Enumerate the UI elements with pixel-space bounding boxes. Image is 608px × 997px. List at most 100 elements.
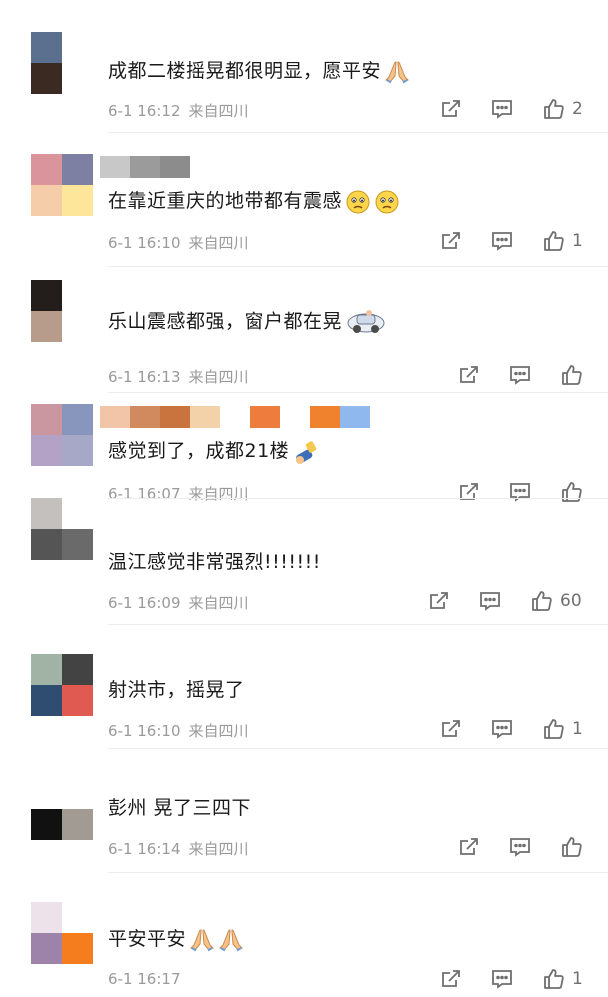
avatar-pixel (62, 154, 93, 185)
like-count: 60 (560, 591, 582, 611)
comment-text: 成都二楼摇晃都很明显，愿平安 (108, 57, 410, 85)
like-icon (560, 835, 584, 859)
avatar-pixel (62, 529, 93, 560)
avatar-pixel (31, 435, 62, 466)
comment-text: 乐山震感都强，窗户都在晃 (108, 307, 387, 337)
comment-location: 来自四川 (188, 594, 249, 612)
car-emoji-icon (345, 310, 387, 333)
repost-icon[interactable] (440, 98, 462, 120)
cheer-emoji-icon (292, 440, 324, 464)
avatar-pixel (31, 529, 62, 560)
comment-icon[interactable] (490, 230, 514, 252)
comment-icon[interactable] (490, 718, 514, 740)
username-blurred[interactable] (100, 406, 370, 428)
username-pixel (130, 406, 160, 428)
like-icon (560, 363, 584, 387)
avatar[interactable] (31, 280, 93, 342)
avatar[interactable] (31, 32, 93, 94)
comment-icon[interactable] (508, 481, 532, 503)
comment-time: 6-1 16:10 (108, 234, 181, 252)
avatar-pixel (31, 311, 62, 342)
comment-time: 6-1 16:13 (108, 368, 181, 386)
like-button[interactable]: 60 (530, 589, 582, 613)
like-button[interactable]: 1 (542, 967, 583, 991)
comment-actions: 1 (440, 716, 583, 742)
comment-actions: 60 (428, 588, 582, 614)
avatar-pixel (31, 154, 62, 185)
pray-emoji-icon (189, 928, 215, 951)
like-count: 1 (572, 719, 583, 739)
avatar-pixel (62, 685, 93, 716)
like-count: 2 (572, 99, 583, 119)
avatar[interactable] (31, 902, 93, 964)
comment-meta: 6-1 16:17 (108, 970, 189, 988)
comment-icon[interactable] (490, 98, 514, 120)
comment-text-content: 彭州 晃了三四下 (108, 797, 252, 819)
username-pixel (220, 406, 250, 428)
avatar-pixel (31, 280, 62, 311)
avatar-pixel (62, 435, 93, 466)
comment-actions (458, 834, 590, 860)
comment-text: 温江感觉非常强烈!!!!!!! (108, 548, 321, 576)
comment-location: 来自四川 (188, 234, 249, 252)
comment-meta: 6-1 16:14 来自四川 (108, 838, 249, 859)
comment-icon[interactable] (508, 364, 532, 386)
comment-icon[interactable] (490, 968, 514, 990)
comment-actions: 2 (440, 96, 583, 122)
comment-text-content: 乐山震感都强，窗户都在晃 (108, 310, 343, 333)
username-pixel (190, 406, 220, 428)
username-pixel (100, 406, 130, 428)
repost-icon[interactable] (440, 968, 462, 990)
repost-icon[interactable] (428, 590, 450, 612)
like-button[interactable] (560, 835, 590, 859)
pray-emoji-icon (384, 60, 410, 83)
avatar[interactable] (31, 498, 93, 560)
avatar[interactable] (31, 654, 93, 716)
avatar[interactable] (31, 778, 93, 840)
avatar[interactable] (31, 404, 93, 466)
like-button[interactable] (560, 363, 590, 387)
avatar-pixel (62, 311, 93, 342)
comment-time: 6-1 16:14 (108, 840, 181, 858)
comment-actions (458, 479, 590, 505)
comment-time: 6-1 16:07 (108, 485, 181, 503)
comment-icon[interactable] (478, 590, 502, 612)
repost-icon[interactable] (458, 364, 480, 386)
username-pixel (280, 406, 310, 428)
comment-text: 射洪市，摇晃了 (108, 676, 245, 704)
divider (108, 392, 608, 393)
repost-icon[interactable] (440, 718, 462, 740)
divider (108, 132, 608, 133)
username-blurred[interactable] (100, 156, 190, 178)
username-pixel (160, 406, 190, 428)
like-icon (542, 717, 566, 741)
comment-meta: 6-1 16:09 来自四川 (108, 592, 249, 613)
like-button[interactable] (560, 480, 590, 504)
like-icon (542, 229, 566, 253)
repost-icon[interactable] (458, 481, 480, 503)
comment-text-content: 平安平安 (108, 928, 187, 950)
comment-text-content: 在靠近重庆的地带都有震感 (108, 190, 343, 212)
avatar-pixel (31, 404, 62, 435)
username-pixel (310, 406, 340, 428)
comment-text-content: 感觉到了，成都21楼 (108, 440, 290, 462)
like-button[interactable]: 1 (542, 717, 583, 741)
username-pixel (340, 406, 370, 428)
sad-emoji-icon (374, 190, 400, 213)
avatar-pixel (31, 654, 62, 685)
comment-icon[interactable] (508, 836, 532, 858)
avatar[interactable] (31, 154, 93, 216)
like-icon (530, 589, 554, 613)
like-button[interactable]: 2 (542, 97, 583, 121)
avatar-pixel (31, 933, 62, 964)
pray-emoji-icon (218, 928, 244, 951)
avatar-pixel (62, 778, 93, 809)
avatar-pixel (31, 32, 62, 63)
repost-icon[interactable] (458, 836, 480, 858)
comment-meta: 6-1 16:10 来自四川 (108, 720, 249, 741)
divider (108, 266, 608, 267)
comment-actions (458, 362, 590, 388)
repost-icon[interactable] (440, 230, 462, 252)
comment-location: 来自四川 (188, 102, 249, 120)
like-button[interactable]: 1 (542, 229, 583, 253)
